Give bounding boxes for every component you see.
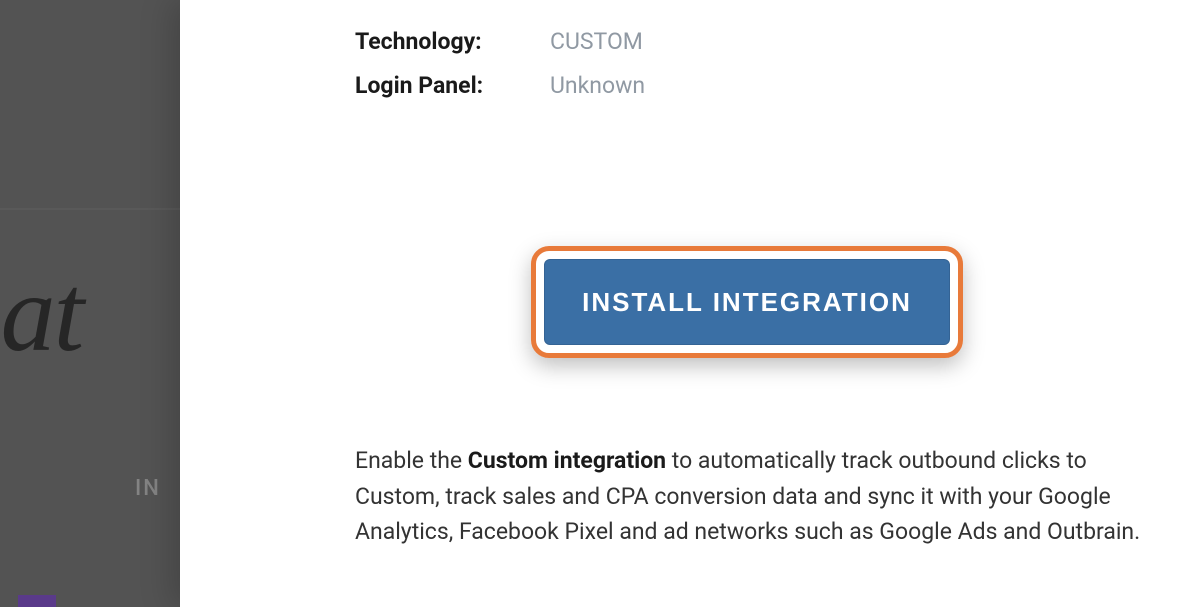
login-panel-value: Unknown	[550, 72, 645, 99]
backdrop-divider	[0, 208, 180, 210]
description-bold: Custom integration	[468, 447, 666, 474]
technology-label: Technology:	[355, 28, 550, 55]
install-integration-button[interactable]: INSTALL INTEGRATION	[544, 259, 950, 345]
install-button-highlight: INSTALL INTEGRATION	[531, 246, 963, 358]
technology-value: CUSTOM	[550, 28, 643, 55]
integration-modal: Technology: CUSTOM Login Panel: Unknown …	[180, 0, 1200, 607]
technology-row: Technology: CUSTOM	[355, 28, 643, 55]
backdrop-logo-fragment: iliat	[0, 250, 82, 377]
login-panel-label: Login Panel:	[355, 72, 550, 99]
integration-description: Enable the Custom integration to automat…	[355, 443, 1147, 550]
backdrop-accent	[18, 595, 56, 607]
backdrop-nav-fragment: IN	[135, 476, 161, 501]
login-panel-row: Login Panel: Unknown	[355, 72, 645, 99]
description-prefix: Enable the	[355, 447, 468, 474]
